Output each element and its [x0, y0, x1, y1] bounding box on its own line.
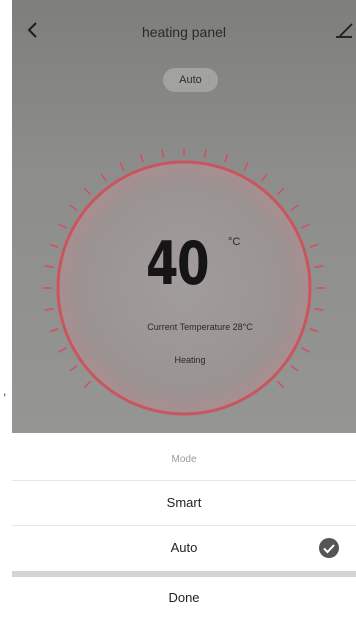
edit-button[interactable] — [334, 20, 354, 40]
dial-tick — [119, 162, 125, 171]
heating-status: Heating — [174, 355, 206, 365]
mode-sheet-title: Mode — [171, 454, 197, 465]
dial-tick — [58, 347, 67, 353]
dial-tick — [203, 148, 207, 158]
dial-tick — [224, 153, 229, 163]
dial-tick — [276, 380, 285, 389]
dial-tick — [69, 364, 78, 372]
check-circle-icon — [319, 538, 339, 558]
page-title: heating panel — [141, 24, 227, 40]
done-button[interactable]: Done — [12, 577, 356, 618]
mode-option-smart[interactable]: Smart — [12, 481, 356, 525]
dial-tick — [314, 307, 324, 311]
dial-tick — [260, 173, 268, 182]
dial-tick — [290, 364, 299, 372]
back-button[interactable] — [22, 18, 46, 42]
mode-option-label: Smart — [166, 495, 202, 510]
mode-sheet: Mode Smart Auto Done — [12, 433, 356, 618]
dial-tick — [44, 307, 54, 311]
stray-mark: , — [3, 384, 7, 398]
dial-tick — [314, 265, 324, 269]
mode-badge[interactable]: Auto — [163, 68, 218, 92]
dial-tick — [49, 328, 59, 333]
dial-tick — [69, 204, 78, 212]
dial-tick — [309, 243, 319, 248]
dial-tick — [139, 153, 144, 163]
dial-tick — [49, 243, 59, 248]
dial-tick — [83, 187, 92, 196]
dial-tick — [100, 173, 108, 182]
dial-tick — [83, 380, 92, 389]
dial-tick — [243, 162, 249, 171]
pencil-icon — [336, 23, 353, 38]
current-temperature: Current Temperature 28°C — [147, 322, 253, 332]
mode-option-auto[interactable]: Auto — [12, 526, 356, 570]
dial-tick — [44, 265, 54, 269]
back-arrow-icon — [27, 22, 37, 38]
mode-option-label: Auto — [170, 540, 198, 555]
set-temperature-value: 40 — [145, 229, 210, 299]
dial-tick — [276, 187, 285, 196]
dial-tick — [161, 148, 165, 158]
dial-tick — [58, 223, 67, 229]
dial-tick — [301, 223, 310, 229]
temperature-unit: °C — [228, 236, 241, 248]
dial-tick — [301, 347, 310, 353]
dial-tick — [290, 204, 299, 212]
